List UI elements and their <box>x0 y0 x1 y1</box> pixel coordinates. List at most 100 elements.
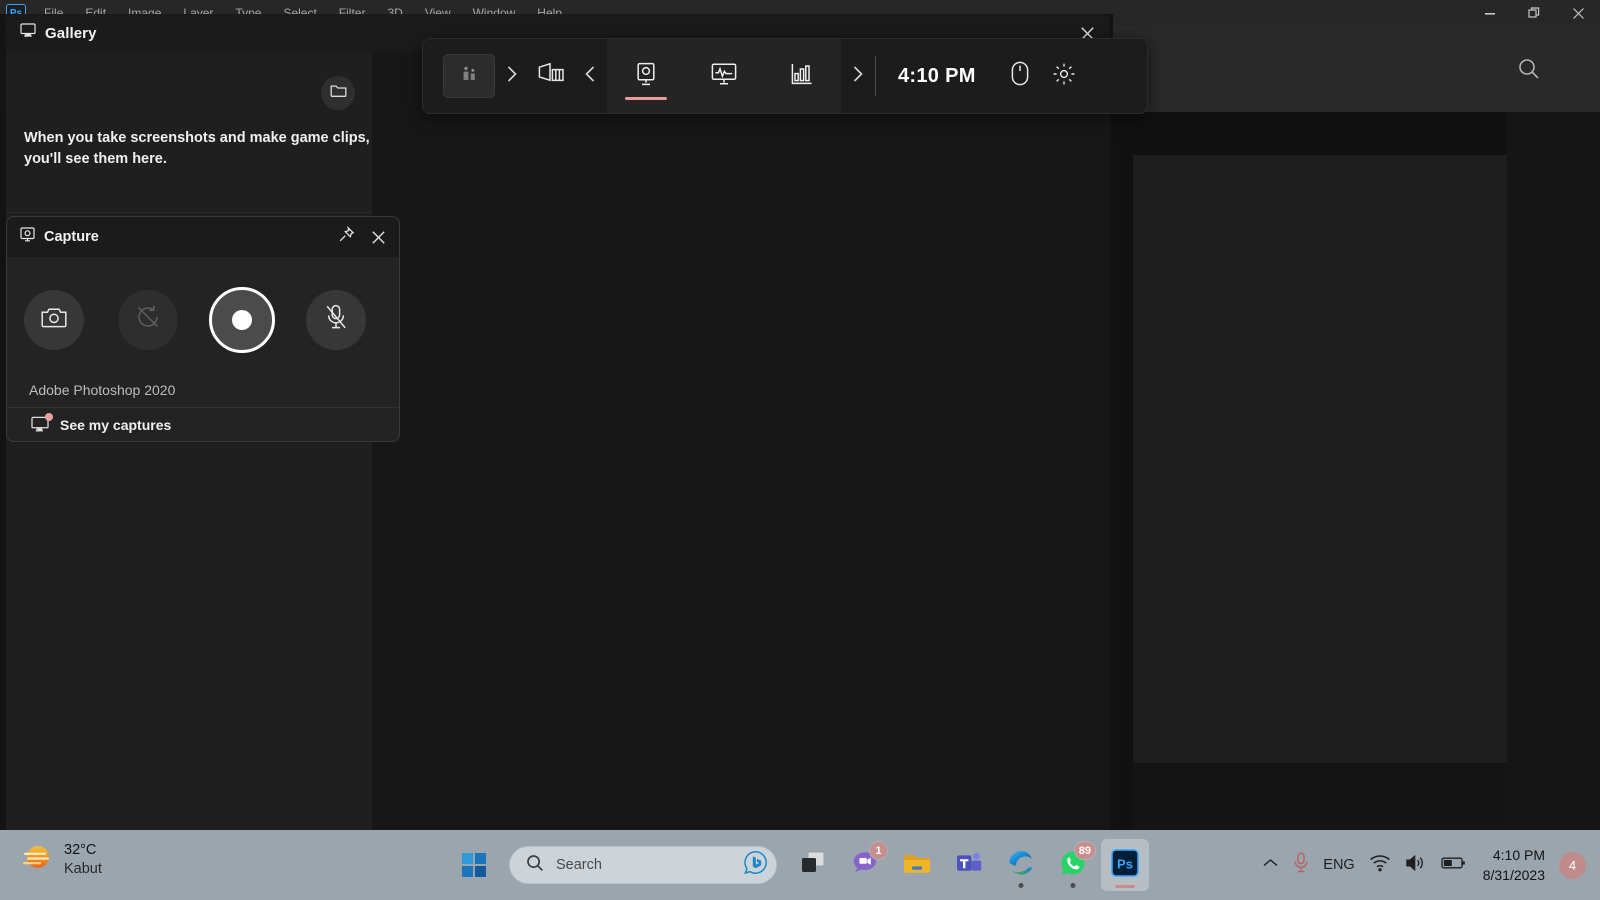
notification-badge[interactable]: 4 <box>1559 851 1586 879</box>
photoshop-icon: Ps <box>1110 848 1140 883</box>
close-button[interactable] <box>1556 0 1600 26</box>
edge-icon <box>1007 849 1035 882</box>
xbox-home-button[interactable] <box>443 54 495 98</box>
widget-store-button[interactable] <box>529 52 573 100</box>
gallery-content-area <box>372 52 1110 830</box>
record-last-disabled-icon <box>135 304 161 335</box>
gallery-empty-message: When you take screenshots and make game … <box>24 130 370 167</box>
adobe-photoshop-button[interactable]: Ps <box>1101 839 1149 891</box>
speaker-icon <box>1405 854 1427 877</box>
chat-button[interactable]: 1 <box>841 839 889 891</box>
restore-button[interactable] <box>1512 0 1556 26</box>
svg-text:Ps: Ps <box>1117 856 1133 871</box>
screenshot-button[interactable] <box>24 289 84 350</box>
volume-button[interactable] <box>1405 854 1427 877</box>
window-controls <box>1468 0 1600 26</box>
resources-tab[interactable] <box>763 38 841 114</box>
gamebar-right-section: 4:10 PM <box>841 39 1086 113</box>
whatsapp-button[interactable]: 89 <box>1049 839 1097 891</box>
mouse-icon <box>1011 61 1029 91</box>
weather-widget[interactable]: 32°C Kabut <box>20 840 102 879</box>
start-button[interactable] <box>451 842 497 888</box>
gamebar-left-section <box>423 39 607 113</box>
clock-time: 4:10 PM <box>1492 847 1545 863</box>
photoshop-right-panel-lower <box>1133 763 1507 830</box>
expand-right-button-1[interactable] <box>495 64 529 89</box>
chevron-left-icon <box>583 64 597 89</box>
system-tray: ENG 4:10 PM 8/31/2023 4 <box>1262 830 1586 900</box>
capture-widget: Capture Adobe Photoshop 2020 See my capt… <box>6 216 400 442</box>
camera-icon <box>41 306 67 333</box>
resources-chart-icon <box>790 62 814 91</box>
search-icon <box>526 854 544 877</box>
performance-tab[interactable] <box>685 38 763 114</box>
capture-header: Capture <box>7 217 399 257</box>
pin-icon <box>338 225 355 248</box>
capture-actions <box>7 257 399 382</box>
weather-city: Kabut <box>64 860 102 877</box>
gallery-divider <box>6 212 372 213</box>
collapse-left-button[interactable] <box>573 64 607 89</box>
capture-icon <box>20 227 35 247</box>
open-folder-button[interactable] <box>321 76 355 110</box>
photoshop-right-panel <box>1133 155 1507 763</box>
bing-chat-icon[interactable] <box>743 850 768 880</box>
microsoft-teams-button[interactable] <box>945 839 993 891</box>
screen: Ps File Edit Image Layer Type Select Fil… <box>0 0 1600 900</box>
settings-button[interactable] <box>1042 52 1086 100</box>
chevron-up-icon <box>1262 856 1279 874</box>
whatsapp-badge: 89 <box>1073 841 1096 860</box>
gamebar-clock: 4:10 PM <box>898 64 976 87</box>
capture-app-name: Adobe Photoshop 2020 <box>29 382 176 398</box>
wifi-button[interactable] <box>1369 854 1391 877</box>
clock[interactable]: 4:10 PM 8/31/2023 <box>1483 845 1545 885</box>
search-icon[interactable] <box>1516 56 1542 87</box>
folder-icon <box>330 83 347 103</box>
folder-icon <box>902 850 932 881</box>
photoshop-right-edge <box>1507 112 1600 830</box>
capture-close-button[interactable] <box>363 222 393 252</box>
performance-monitor-icon <box>711 62 737 91</box>
microphone-button[interactable] <box>1293 852 1309 879</box>
teams-icon <box>955 850 983 881</box>
minimize-button[interactable] <box>1468 0 1512 26</box>
mic-muted-icon <box>324 304 348 335</box>
see-my-captures-label: See my captures <box>60 416 172 433</box>
battery-icon <box>1441 856 1467 875</box>
battery-button[interactable] <box>1441 856 1467 875</box>
gear-icon <box>1052 62 1076 91</box>
microphone-icon <box>1293 852 1309 879</box>
tray-overflow-button[interactable] <box>1262 856 1279 874</box>
gallery-icon <box>31 413 53 433</box>
expand-right-button-2[interactable] <box>841 64 875 89</box>
xbox-home-icon <box>458 63 480 90</box>
gallery-title: Gallery <box>45 24 97 42</box>
chevron-right-icon <box>505 64 519 89</box>
widget-store-icon <box>538 62 565 91</box>
record-last-30s-button[interactable] <box>118 289 178 350</box>
new-captures-dot <box>45 413 53 421</box>
capture-monitor-icon <box>634 62 658 91</box>
weather-temperature: 32°C <box>64 841 97 858</box>
mic-toggle-button[interactable] <box>306 289 366 350</box>
clock-date: 8/31/2023 <box>1482 867 1545 883</box>
task-view-button[interactable] <box>789 839 837 891</box>
active-tab-indicator <box>625 97 667 100</box>
gallery-icon <box>20 23 36 43</box>
capture-tab[interactable] <box>607 38 685 114</box>
capture-title: Capture <box>44 229 99 245</box>
active-app-indicator <box>1115 884 1135 888</box>
sun-cloud-icon <box>20 840 54 879</box>
language-indicator[interactable]: ENG <box>1323 857 1354 873</box>
start-recording-button[interactable] <box>209 286 275 353</box>
gamebar-tabs-section <box>607 39 841 113</box>
record-dot-icon <box>232 309 252 330</box>
gamebar-toolbar: 4:10 PM <box>422 38 1148 114</box>
file-explorer-button[interactable] <box>893 839 941 891</box>
pin-button[interactable] <box>331 222 361 252</box>
see-my-captures-button[interactable]: See my captures <box>7 408 399 441</box>
search-input[interactable]: Search <box>509 846 777 884</box>
microsoft-edge-button[interactable] <box>997 839 1045 891</box>
mouse-settings-button[interactable] <box>998 52 1042 100</box>
windows-logo-icon <box>461 852 487 878</box>
